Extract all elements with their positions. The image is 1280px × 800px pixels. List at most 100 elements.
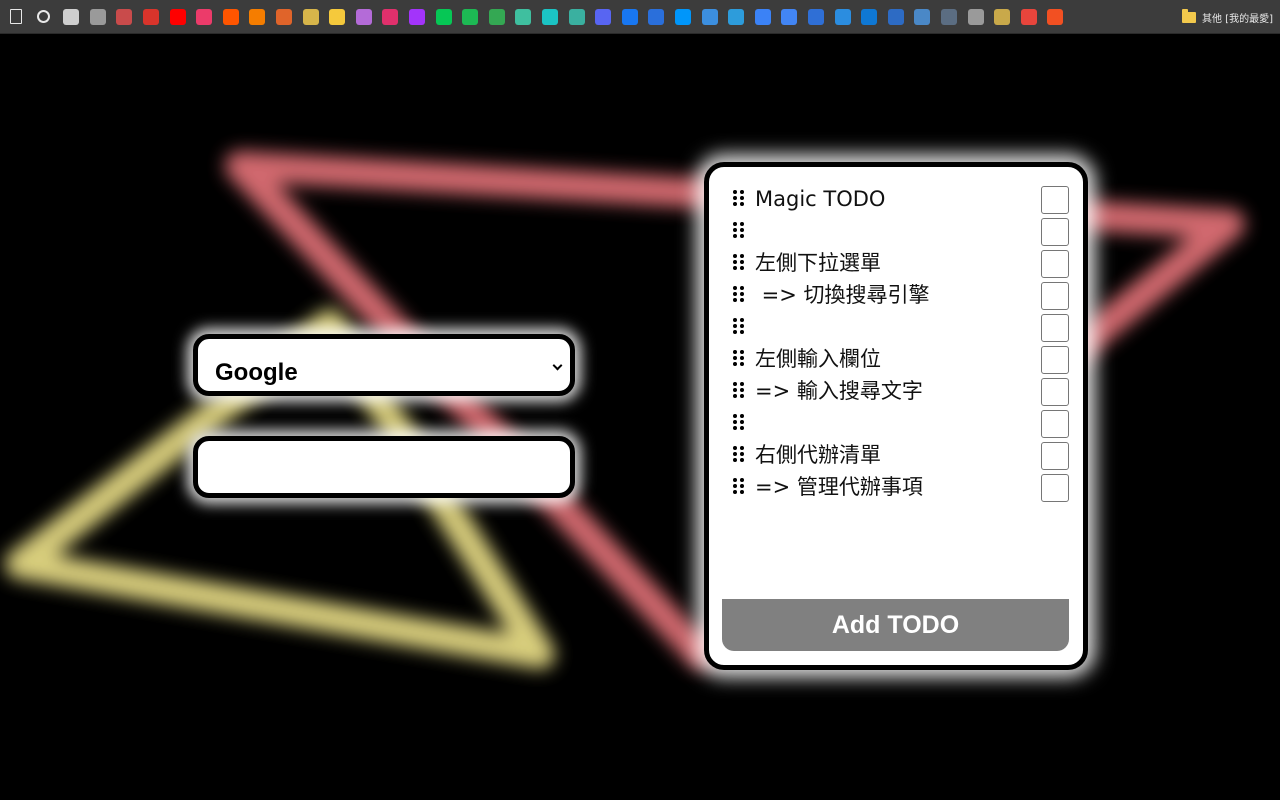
grip-dot [733, 490, 737, 494]
discord-icon[interactable] [595, 9, 612, 25]
grip-dot [733, 228, 737, 232]
bookmark-icon-5[interactable] [116, 9, 133, 25]
bookmark-icon-6[interactable] [143, 9, 159, 25]
spotify-icon[interactable] [462, 9, 479, 25]
grip-dot [733, 478, 737, 482]
folder-icon [1182, 8, 1196, 23]
page-icon[interactable] [10, 9, 22, 24]
todo-checkbox[interactable] [1041, 346, 1069, 374]
grip-dot [733, 446, 737, 450]
drag-handle-icon[interactable] [733, 190, 745, 208]
todo-checkbox[interactable] [1041, 282, 1069, 310]
microsoft-icon[interactable] [1047, 9, 1064, 25]
grip-dot [740, 350, 744, 354]
bookmark-icon-14[interactable] [355, 9, 372, 25]
drag-handle-icon[interactable] [733, 222, 745, 240]
bookmark-icon-8[interactable] [196, 9, 213, 25]
grip-dot [740, 414, 744, 418]
search-engine-select[interactable]: Google [198, 339, 570, 391]
grip-dot [733, 286, 737, 290]
todo-checkbox[interactable] [1041, 378, 1069, 406]
search-input[interactable] [198, 441, 570, 493]
add-todo-button[interactable]: Add TODO [722, 599, 1069, 651]
drag-handle-icon[interactable] [733, 254, 745, 272]
todo-list: Magic TODO 左側下拉選單 => 切換搜尋引擎 左側輸入欄位 => 輸入搜尋文… [729, 183, 1069, 503]
instagram-icon[interactable] [382, 9, 399, 25]
other-bookmarks-folder[interactable]: 其他 [我的最愛] [1182, 8, 1273, 25]
grip-dot [740, 452, 744, 456]
onedrive-icon[interactable] [861, 9, 878, 25]
messenger-icon[interactable] [409, 9, 425, 25]
todo-text[interactable]: => 輸入搜尋文字 [755, 377, 1069, 405]
drag-handle-icon[interactable] [733, 414, 745, 432]
todo-checkbox[interactable] [1041, 442, 1069, 470]
bookmark-icon-13[interactable] [329, 9, 346, 25]
todo-checkbox[interactable] [1041, 218, 1069, 246]
bookmark-icon-12[interactable] [302, 9, 319, 25]
pixiv-icon[interactable] [675, 9, 691, 25]
bookmark-icon-34[interactable] [887, 9, 904, 25]
bookmark-icon-25[interactable] [648, 9, 665, 25]
todo-text[interactable]: 左側下拉選單 [755, 249, 1069, 277]
chrome-icon[interactable] [1020, 9, 1037, 25]
sheets-icon[interactable] [488, 9, 505, 25]
todo-item: 左側下拉選單 [729, 247, 1069, 279]
soundcloud-icon[interactable] [222, 9, 239, 25]
drag-handle-icon[interactable] [733, 286, 745, 304]
bookmark-icon-11[interactable] [276, 9, 292, 25]
bookmark-icon-20[interactable] [515, 9, 532, 25]
bookmark-icon-21[interactable] [542, 9, 558, 25]
search-page-icon[interactable] [36, 10, 50, 23]
todo-text[interactable]: => 管理代辦事項 [755, 473, 1069, 501]
bookmark-icon-38[interactable] [994, 9, 1011, 25]
todo-text[interactable]: => 切換搜尋引擎 [755, 281, 1069, 309]
bookmark-icon-35[interactable] [914, 9, 931, 25]
search-input-box [193, 436, 575, 498]
grip-dot [740, 490, 744, 494]
edge-icon[interactable] [728, 9, 745, 25]
grip-dot [733, 292, 737, 296]
grip-dot [740, 484, 744, 488]
bookmark-icon-4[interactable] [89, 9, 106, 25]
blogger-icon[interactable] [249, 9, 266, 25]
grip-dot [740, 356, 744, 360]
bookmark-icon-32[interactable] [834, 9, 851, 25]
bookmark-icon-36[interactable] [941, 9, 957, 25]
grip-dot [740, 292, 744, 296]
facebook-icon[interactable] [621, 9, 638, 25]
drag-handle-icon[interactable] [733, 478, 745, 496]
grip-dot [740, 318, 744, 322]
todo-text[interactable]: 右側代辦清單 [755, 441, 1069, 469]
todo-checkbox[interactable] [1041, 410, 1069, 438]
drag-handle-icon[interactable] [733, 382, 745, 400]
todo-item: 右側代辦清單 [729, 439, 1069, 471]
bookmark-icon-22[interactable] [568, 9, 585, 25]
openai-icon[interactable] [967, 9, 984, 25]
todo-text[interactable]: 左側輸入欄位 [755, 345, 1069, 373]
line-icon[interactable] [435, 9, 452, 25]
grip-dot [740, 382, 744, 386]
todo-checkbox[interactable] [1041, 186, 1069, 214]
bookmark-icon-27[interactable] [701, 9, 718, 25]
grip-dot [733, 254, 737, 258]
bookmark-icon-3[interactable] [63, 9, 80, 25]
grip-dot [740, 202, 744, 206]
youtube-icon[interactable] [169, 9, 186, 25]
todo-checkbox[interactable] [1041, 250, 1069, 278]
grip-dot [740, 190, 744, 194]
drag-handle-icon[interactable] [733, 350, 745, 368]
grip-dot [740, 362, 744, 366]
bookmark-icon-31[interactable] [808, 9, 824, 25]
drag-handle-icon[interactable] [733, 446, 745, 464]
todo-checkbox[interactable] [1041, 474, 1069, 502]
todo-item [729, 311, 1069, 343]
drag-handle-icon[interactable] [733, 318, 745, 336]
todo-text[interactable]: Magic TODO [755, 185, 1069, 213]
grip-dot [740, 330, 744, 334]
translate-icon[interactable] [781, 9, 798, 25]
bookmark-icon-29[interactable] [754, 9, 771, 25]
grip-dot [740, 234, 744, 238]
todo-checkbox[interactable] [1041, 314, 1069, 342]
grip-dot [740, 228, 744, 232]
todo-item: 左側輸入欄位 [729, 343, 1069, 375]
